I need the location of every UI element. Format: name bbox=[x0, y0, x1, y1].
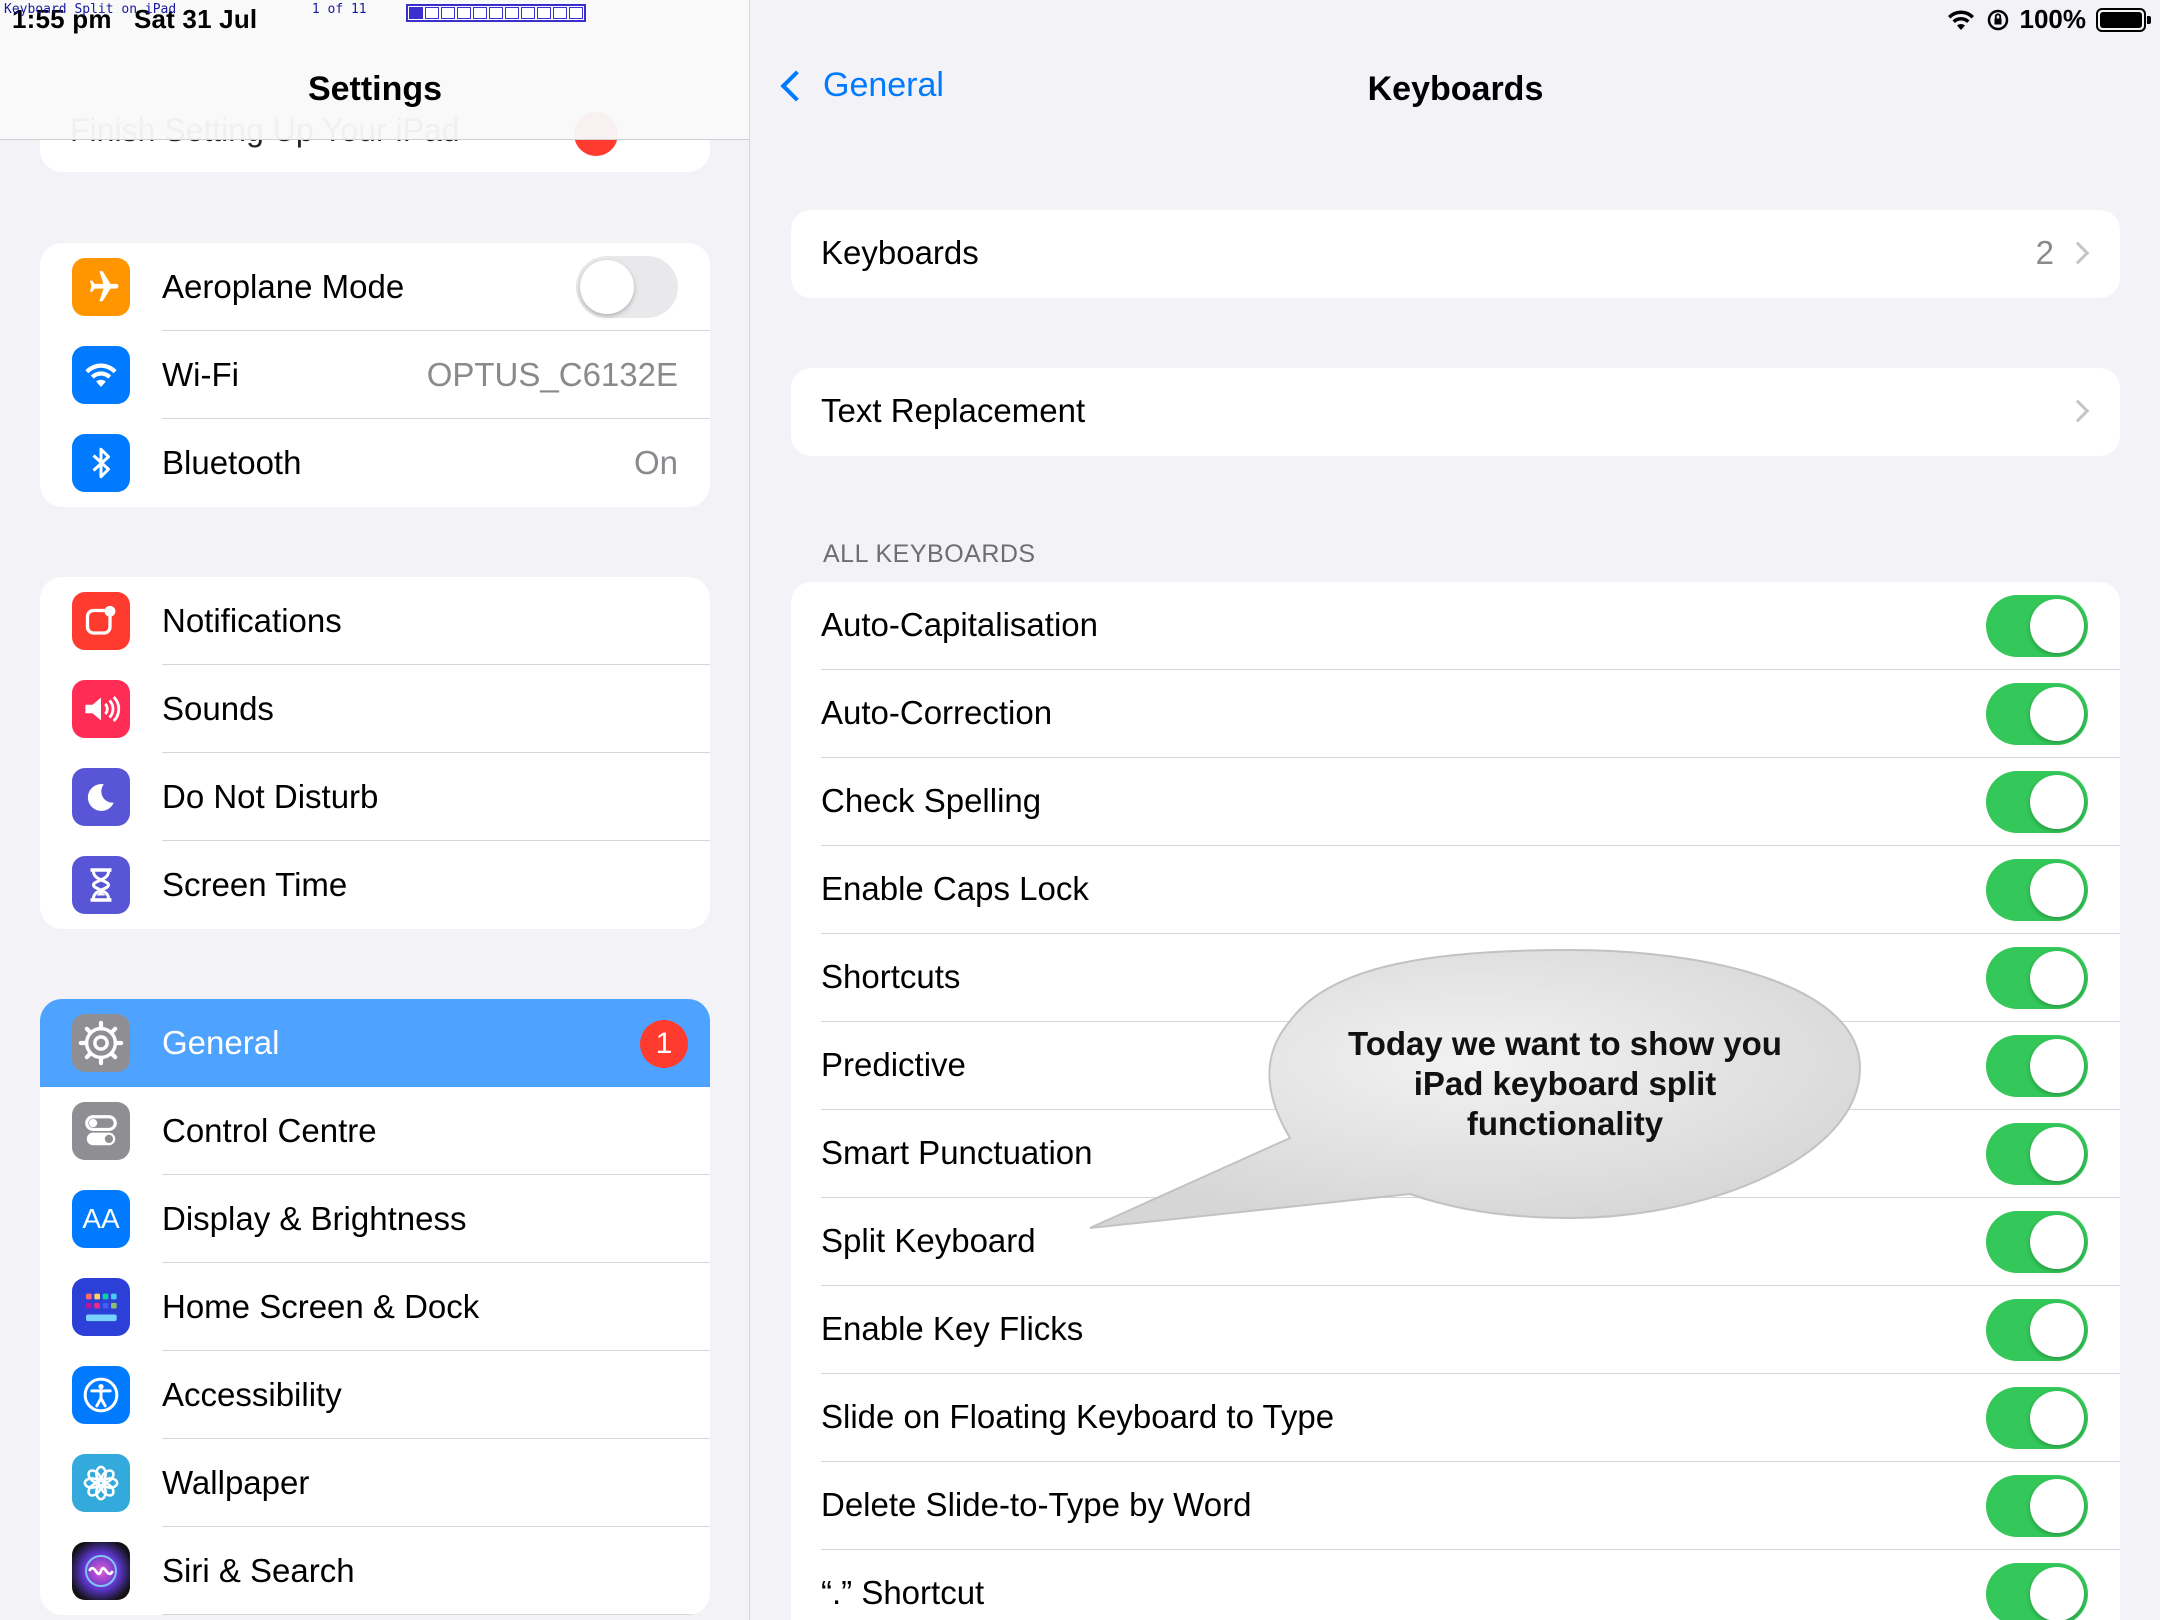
text-size-icon: AA bbox=[72, 1190, 130, 1248]
smart-punctuation-toggle[interactable] bbox=[1986, 1123, 2088, 1185]
general-badge: 1 bbox=[640, 1020, 688, 1068]
bluetooth-status: On bbox=[633, 444, 678, 481]
sidebar-item-sounds[interactable]: Sounds bbox=[40, 665, 710, 753]
aeroplane-mode-toggle[interactable] bbox=[576, 256, 678, 318]
keyboards-detail-pane: General Keyboards Keyboards 2 Text Repla… bbox=[751, 0, 2160, 1620]
text-replacement-group: Text Replacement bbox=[791, 368, 2120, 456]
toggle-row-shortcut[interactable]: “.” Shortcut bbox=[791, 1550, 2120, 1620]
general-group: General 1 Control Centre AA Display & Br… bbox=[40, 999, 710, 1615]
auto-capitalisation-toggle[interactable] bbox=[1986, 595, 2088, 657]
settings-sidebar[interactable]: Finish Setting Up Your iPad Settings Aer… bbox=[0, 0, 750, 1620]
progress-segment bbox=[489, 7, 503, 19]
sidebar-title: Settings bbox=[307, 70, 443, 108]
progress-segment bbox=[441, 7, 455, 19]
airplane-icon bbox=[72, 258, 130, 316]
sidebar-item-wallpaper[interactable]: Wallpaper bbox=[40, 1439, 710, 1527]
sidebar-item-accessibility[interactable]: Accessibility bbox=[40, 1351, 710, 1439]
split-keyboard-toggle[interactable] bbox=[1986, 1211, 2088, 1273]
keyboards-count: 2 bbox=[2035, 234, 2054, 271]
chevron-right-icon bbox=[2066, 399, 2090, 423]
sidebar-item-wifi[interactable]: Wi-Fi OPTUS_C6132E bbox=[40, 331, 710, 419]
gear-icon bbox=[72, 1014, 130, 1072]
text-replacement-row[interactable]: Text Replacement bbox=[791, 368, 2120, 456]
notifications-icon bbox=[72, 592, 130, 650]
progress-segment bbox=[409, 7, 423, 19]
sidebar-item-control-centre[interactable]: Control Centre bbox=[40, 1087, 710, 1175]
sidebar-item-bluetooth[interactable]: Bluetooth On bbox=[40, 419, 710, 507]
siri-icon bbox=[72, 1542, 130, 1600]
battery-icon bbox=[2096, 7, 2151, 32]
sidebar-item-home-screen-dock[interactable]: Home Screen & Dock bbox=[40, 1263, 710, 1351]
speaker-icon bbox=[72, 680, 130, 738]
connectivity-group: Aeroplane Mode Wi-Fi OPTUS_C6132E Blueto… bbox=[40, 243, 710, 507]
enable-key-flicks-toggle[interactable] bbox=[1986, 1299, 2088, 1361]
shortcuts-toggle[interactable] bbox=[1986, 947, 2088, 1009]
check-spelling-toggle[interactable] bbox=[1986, 771, 2088, 833]
progress-segment bbox=[425, 7, 439, 19]
callout-text: Today we want to show you iPad keyboard … bbox=[1348, 1025, 1782, 1142]
section-header-all-keyboards: ALL KEYBOARDS bbox=[823, 540, 1036, 568]
shortcut-toggle[interactable] bbox=[1986, 1563, 2088, 1620]
auto-correction-toggle[interactable] bbox=[1986, 683, 2088, 745]
toggle-row-enable-key-flicks[interactable]: Enable Key Flicks bbox=[791, 1286, 2120, 1374]
tutorial-overlay: Keyboard Split on iPad 1 of 11 bbox=[4, 2, 367, 17]
tutorial-progress-bar bbox=[406, 4, 586, 22]
status-right: 100% bbox=[1946, 4, 2151, 35]
progress-segment bbox=[569, 7, 583, 19]
flower-icon bbox=[72, 1454, 130, 1512]
progress-segment bbox=[457, 7, 471, 19]
toggle-row-delete-slide-to-type-by-word[interactable]: Delete Slide-to-Type by Word bbox=[791, 1462, 2120, 1550]
toggle-row-check-spelling[interactable]: Check Spelling bbox=[791, 758, 2120, 846]
bluetooth-icon bbox=[72, 434, 130, 492]
sidebar-item-general[interactable]: General 1 bbox=[40, 999, 710, 1087]
toggle-row-auto-correction[interactable]: Auto-Correction bbox=[791, 670, 2120, 758]
orientation-lock-icon bbox=[1987, 9, 2008, 30]
delete-slide-to-type-by-word-toggle[interactable] bbox=[1986, 1475, 2088, 1537]
keyboards-group: Keyboards 2 bbox=[791, 210, 2120, 298]
sidebar-item-display-brightness[interactable]: AA Display & Brightness bbox=[40, 1175, 710, 1263]
progress-segment bbox=[537, 7, 551, 19]
notifications-group: Notifications Sounds Do Not Disturb Scre… bbox=[40, 577, 710, 929]
sidebar-item-screen-time[interactable]: Screen Time bbox=[40, 841, 710, 929]
switches-icon bbox=[72, 1102, 130, 1160]
slide-on-floating-keyboard-to-type-toggle[interactable] bbox=[1986, 1387, 2088, 1449]
progress-segment bbox=[553, 7, 567, 19]
toggle-row-auto-capitalisation[interactable]: Auto-Capitalisation bbox=[791, 582, 2120, 670]
toggle-row-enable-caps-lock[interactable]: Enable Caps Lock bbox=[791, 846, 2120, 934]
moon-icon bbox=[72, 768, 130, 826]
wifi-network-name: OPTUS_C6132E bbox=[426, 356, 678, 393]
home-grid-icon bbox=[72, 1278, 130, 1336]
sidebar-item-do-not-disturb[interactable]: Do Not Disturb bbox=[40, 753, 710, 841]
sidebar-item-siri-search[interactable]: Siri & Search bbox=[40, 1527, 710, 1615]
sidebar-item-notifications[interactable]: Notifications bbox=[40, 577, 710, 665]
accessibility-icon bbox=[72, 1366, 130, 1424]
toggle-row-slide-on-floating-keyboard-to-type[interactable]: Slide on Floating Keyboard to Type bbox=[791, 1374, 2120, 1462]
progress-segment bbox=[505, 7, 519, 19]
chevron-right-icon bbox=[2066, 241, 2090, 265]
page-title: Keyboards bbox=[1367, 70, 1544, 108]
hourglass-icon bbox=[72, 856, 130, 914]
status-bar: 1:55 pm Sat 31 Jul Keyboard Split on iPa… bbox=[0, 0, 2160, 40]
progress-segment bbox=[473, 7, 487, 19]
enable-caps-lock-toggle[interactable] bbox=[1986, 859, 2088, 921]
battery-percent: 100% bbox=[2019, 4, 2087, 34]
sidebar-item-aeroplane-mode[interactable]: Aeroplane Mode bbox=[40, 243, 710, 331]
wifi-status-icon bbox=[1947, 9, 1974, 30]
predictive-toggle[interactable] bbox=[1986, 1035, 2088, 1097]
wifi-icon bbox=[72, 346, 130, 404]
keyboards-row[interactable]: Keyboards 2 bbox=[791, 210, 2120, 298]
progress-segment bbox=[521, 7, 535, 19]
